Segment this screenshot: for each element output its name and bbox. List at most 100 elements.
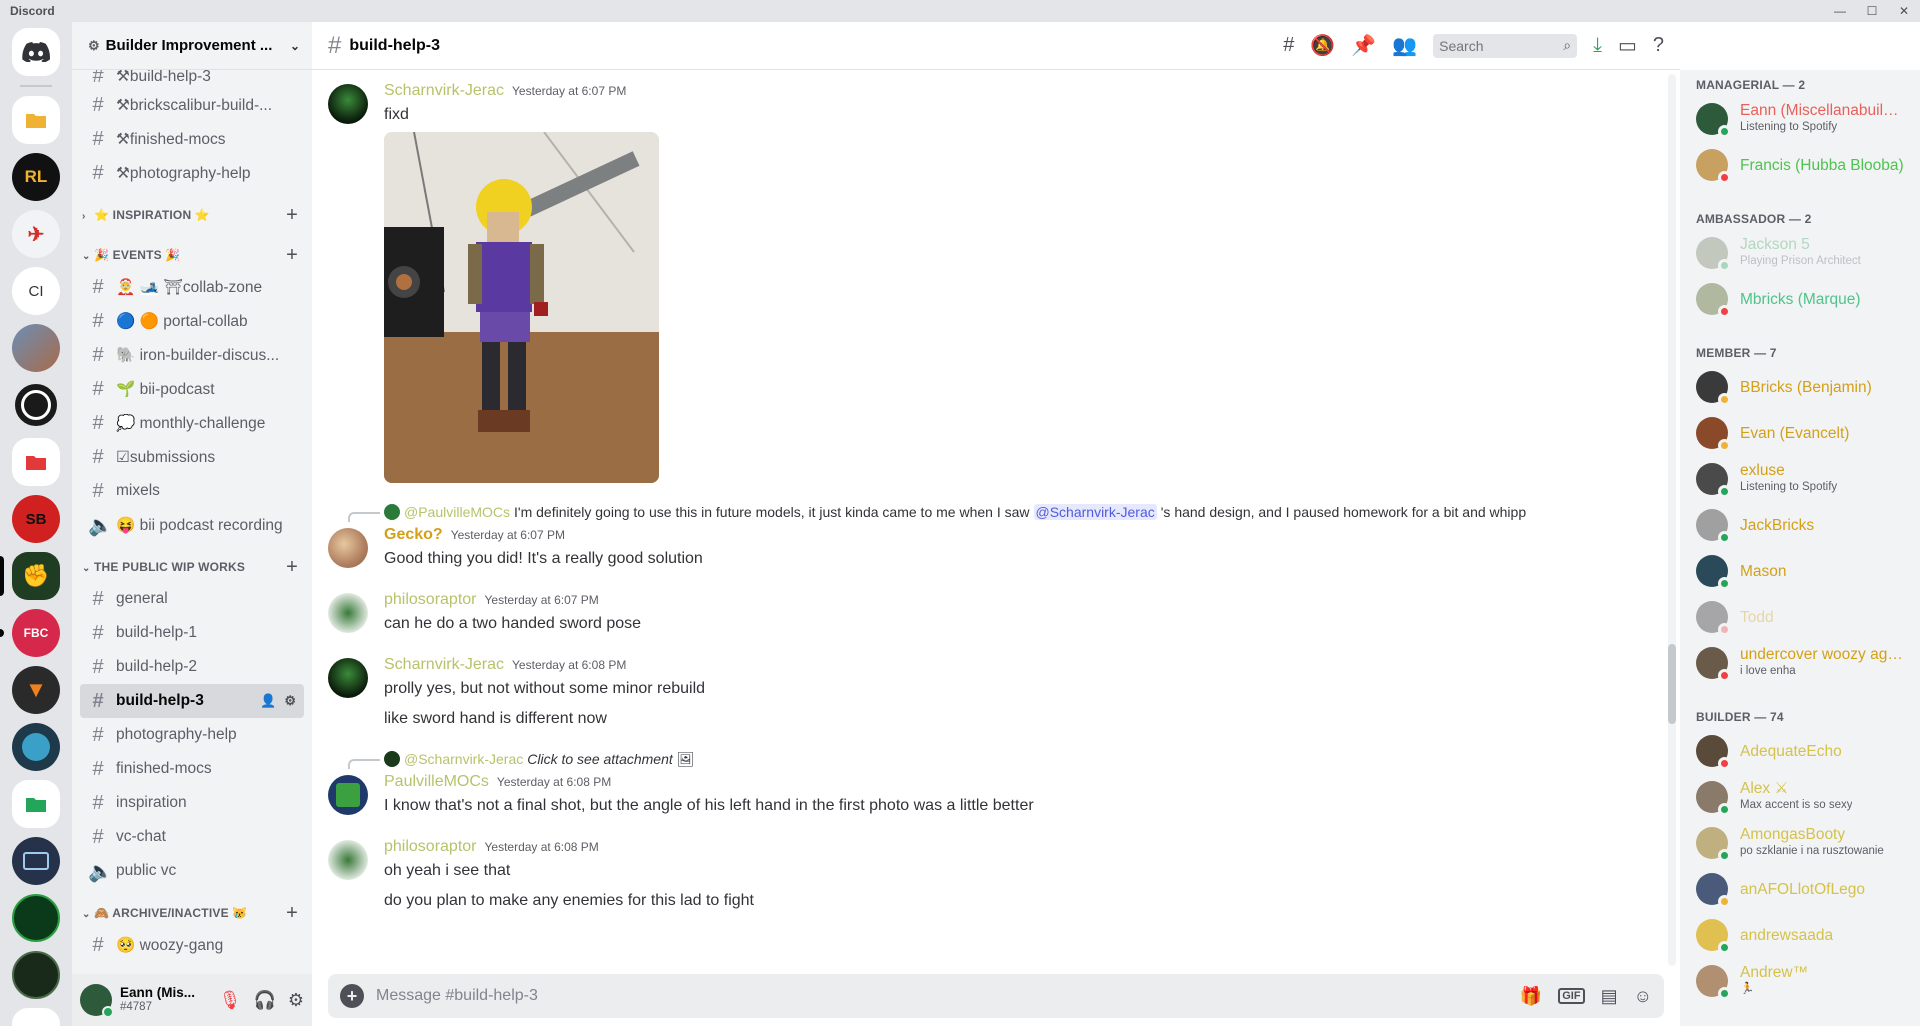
avatar[interactable] <box>328 775 368 815</box>
close-icon[interactable]: ✕ <box>1888 0 1920 22</box>
message-input[interactable] <box>376 987 1508 1005</box>
member-item[interactable]: BBricks (Benjamin) <box>1688 364 1912 410</box>
server-rl[interactable]: RL <box>12 153 60 201</box>
channel-brickscalibur[interactable]: # ⚒brickscalibur-build-... <box>80 88 304 122</box>
member-item[interactable]: Eann (Miscellanabuilds) Listening to Spot… <box>1688 96 1912 142</box>
server-ci[interactable]: CI <box>12 267 60 315</box>
server-folder-green-icon[interactable] <box>12 780 60 828</box>
server-folder-icon[interactable] <box>12 96 60 144</box>
gear-icon[interactable]: ⚙ <box>284 693 296 709</box>
avatar[interactable] <box>328 593 368 633</box>
add-channel-icon[interactable]: + <box>286 903 298 923</box>
member-item[interactable]: Jackson 5 Playing Prison Architect <box>1688 230 1912 276</box>
server-screen-icon[interactable] <box>12 837 60 885</box>
message-author[interactable]: Gecko? <box>384 526 443 544</box>
search-box[interactable]: ⌕ <box>1433 33 1578 58</box>
headphones-icon[interactable]: 🎧 <box>253 990 275 1011</box>
message-author[interactable]: PaulvilleMOCs <box>384 773 489 791</box>
channel-mixels[interactable]: # mixels <box>80 474 304 508</box>
avatar[interactable] <box>328 528 368 568</box>
category-wip-works[interactable]: ⌄ THE PUBLIC WIP WORKS + <box>80 542 304 582</box>
server-robotics-icon[interactable] <box>12 951 60 999</box>
channel-finished-mocs-top[interactable]: # ⚒finished-mocs <box>80 122 304 156</box>
message-author[interactable]: Scharnvirk-Jerac <box>384 656 504 674</box>
maximize-icon[interactable]: ☐ <box>1856 0 1888 22</box>
channel-build-help-3-top[interactable]: # ⚒build-help-3 <box>80 70 304 88</box>
pin-icon[interactable]: 📌 <box>1351 33 1376 58</box>
help-icon[interactable]: ? <box>1653 34 1664 57</box>
sticker-icon[interactable]: ▤ <box>1601 986 1618 1007</box>
gear-icon[interactable]: ⚙ <box>288 990 304 1011</box>
search-input[interactable] <box>1439 37 1550 54</box>
add-channel-icon[interactable]: + <box>286 557 298 577</box>
mention[interactable]: @Scharnvirk-Jerac <box>1033 504 1157 520</box>
member-item[interactable]: JackBricks <box>1688 502 1912 548</box>
gift-icon[interactable]: 🎁 <box>1520 986 1542 1007</box>
avatar[interactable] <box>80 984 114 1018</box>
member-item[interactable]: AmongasBooty po szklanie i na rusztowanie <box>1688 820 1912 866</box>
image-attachment[interactable] <box>384 132 659 483</box>
member-item[interactable]: Mbricks (Marque) <box>1688 276 1912 322</box>
server-gear-badge-icon[interactable] <box>12 894 60 942</box>
member-item[interactable]: Andrew™ 🏃 <box>1688 958 1912 1004</box>
server-rebel-icon[interactable]: ✈ <box>12 210 60 258</box>
channel-collab-zone[interactable]: # 🤶 🎿 ⛩collab-zone <box>80 270 304 304</box>
reply-preview[interactable]: @PaulvilleMOCs I'm definitely going to u… <box>312 502 1666 522</box>
inbox-icon[interactable]: ▭ <box>1618 33 1637 58</box>
channel-vc-chat[interactable]: # vc-chat <box>80 820 304 854</box>
channel-iron-builder[interactable]: # 🐘 iron-builder-discus... <box>80 338 304 372</box>
message-author[interactable]: philosoraptor <box>384 838 477 856</box>
message-author[interactable]: Scharnvirk-Jerac <box>384 82 504 100</box>
download-icon[interactable]: ⤓ <box>1593 34 1602 57</box>
channel-photography-help[interactable]: # photography-help <box>80 718 304 752</box>
category-events[interactable]: ⌄ 🎉 EVENTS 🎉 + <box>80 230 304 270</box>
channel-bii-podcast[interactable]: # 🌱 bii-podcast <box>80 372 304 406</box>
add-attachment-icon[interactable]: + <box>340 984 364 1008</box>
add-channel-icon[interactable]: + <box>286 205 298 225</box>
server-sb[interactable]: SB <box>12 495 60 543</box>
scrollbar-thumb[interactable] <box>1668 644 1676 724</box>
member-item[interactable]: anAFOLlotOfLego <box>1688 866 1912 912</box>
server-fist-icon[interactable]: ✊ <box>0 552 60 600</box>
server-header[interactable]: ⚙ Builder Improvement ... ⌄ <box>72 22 312 70</box>
member-item[interactable]: Francis (Hubba Blooba) <box>1688 142 1912 188</box>
member-item[interactable]: undercover woozy age... i love enha <box>1688 640 1912 686</box>
member-item[interactable]: AdequateEcho <box>1688 728 1912 774</box>
member-item[interactable]: Alex ⚔ Max accent is so sexy <box>1688 774 1912 820</box>
home-button[interactable] <box>12 28 60 76</box>
avatar[interactable] <box>328 840 368 880</box>
channel-build-help-2[interactable]: # build-help-2 <box>80 650 304 684</box>
channel-inspiration[interactable]: # inspiration <box>80 786 304 820</box>
scrollbar[interactable] <box>1668 74 1676 966</box>
member-item[interactable]: andrewsaada <box>1688 912 1912 958</box>
member-list-icon[interactable]: 👥 <box>1392 33 1417 58</box>
channel-build-help-1[interactable]: # build-help-1 <box>80 616 304 650</box>
server-folder-blue-icon[interactable] <box>12 1008 60 1026</box>
channel-finished-mocs[interactable]: # finished-mocs <box>80 752 304 786</box>
channel-photography-help-top[interactable]: # ⚒photography-help <box>80 156 304 190</box>
channel-woozy-gang[interactable]: # 🥺 woozy-gang <box>80 928 304 962</box>
member-item[interactable]: Mason <box>1688 548 1912 594</box>
server-folder-red-icon[interactable] <box>12 438 60 486</box>
avatar[interactable] <box>328 658 368 698</box>
member-item[interactable]: Todd <box>1688 594 1912 640</box>
threads-icon[interactable]: # <box>1283 34 1294 57</box>
server-discord-alt-icon[interactable] <box>12 723 60 771</box>
message-author[interactable]: philosoraptor <box>384 591 477 609</box>
server-street-icon[interactable] <box>12 324 60 372</box>
channel-public-vc[interactable]: 🔈 public vc <box>80 854 304 888</box>
minimize-icon[interactable]: — <box>1824 0 1856 22</box>
server-hawk-icon[interactable]: ▼ <box>12 666 60 714</box>
channel-monthly-challenge[interactable]: # 💭 monthly-challenge <box>80 406 304 440</box>
channel-portal-collab[interactable]: # 🔵 🟠 portal-collab <box>80 304 304 338</box>
channel-submissions[interactable]: # ☑submissions <box>80 440 304 474</box>
avatar[interactable] <box>328 84 368 124</box>
server-fbc[interactable]: FBC <box>0 609 60 657</box>
gif-button[interactable]: GIF <box>1558 988 1585 1004</box>
category-archive[interactable]: ⌄ 🙈 ARCHIVE/INACTIVE 😿 + <box>80 888 304 928</box>
server-impulse-icon[interactable] <box>12 381 60 429</box>
emoji-icon[interactable]: ☺ <box>1634 986 1652 1007</box>
channel-build-help-3[interactable]: # build-help-3 👤 ⚙ <box>80 684 304 718</box>
notification-bell-muted-icon[interactable]: 🔕 <box>1310 33 1335 58</box>
channel-bii-podcast-recording[interactable]: 🔈 😝 bii podcast recording <box>80 508 304 542</box>
